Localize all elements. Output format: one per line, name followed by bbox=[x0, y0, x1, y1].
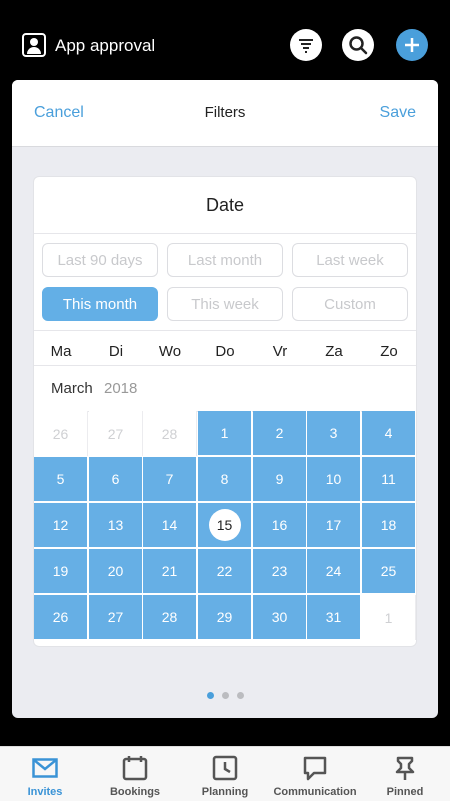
clock-icon bbox=[212, 755, 238, 781]
weekday-label: Vr bbox=[272, 343, 288, 360]
month-header: March 2018 bbox=[34, 365, 416, 412]
filter-icon bbox=[299, 39, 313, 53]
calendar-day[interactable]: 18 bbox=[362, 503, 416, 548]
calendar-day[interactable]: 22 bbox=[198, 549, 252, 594]
today-marker: 15 bbox=[208, 509, 241, 541]
date-filter-card: Date Last 90 days Last month Last week T… bbox=[33, 176, 417, 647]
calendar-day[interactable]: 5 bbox=[34, 457, 88, 502]
calendar-day[interactable]: 27 bbox=[89, 595, 143, 640]
calendar-day[interactable]: 20 bbox=[89, 549, 143, 594]
top-bar: App approval bbox=[0, 0, 450, 88]
tab-label: Planning bbox=[201, 786, 249, 798]
envelope-icon bbox=[32, 758, 58, 778]
calendar-day[interactable]: 31 bbox=[307, 595, 361, 640]
tab-planning[interactable]: Planning bbox=[180, 747, 270, 801]
preset-this-week[interactable]: This week bbox=[167, 287, 283, 321]
tab-bar: Invites Bookings Planning Communication … bbox=[0, 746, 450, 801]
app-title: App approval bbox=[55, 36, 156, 55]
page-indicator bbox=[12, 686, 438, 704]
calendar-day[interactable]: 26 bbox=[34, 411, 88, 456]
calendar-day[interactable]: 11 bbox=[362, 457, 416, 502]
tab-communication[interactable]: Communication bbox=[270, 747, 360, 801]
calendar-day[interactable]: 4 bbox=[362, 411, 416, 456]
search-icon bbox=[349, 36, 368, 55]
modal-header: Filters Cancel Save bbox=[12, 80, 438, 147]
tab-bookings[interactable]: Bookings bbox=[90, 747, 180, 801]
calendar-day[interactable]: 30 bbox=[253, 595, 307, 640]
calendar-day[interactable]: 14 bbox=[143, 503, 197, 548]
calendar-day[interactable]: 23 bbox=[253, 549, 307, 594]
calendar-day[interactable]: 12 bbox=[34, 503, 88, 548]
calendar-day[interactable]: 1 bbox=[362, 595, 416, 640]
month-name: March bbox=[51, 380, 93, 397]
preset-last-week[interactable]: Last week bbox=[292, 243, 408, 277]
filters-modal: Filters Cancel Save Date Last 90 days La… bbox=[12, 80, 438, 718]
weekday-label: Di bbox=[108, 343, 124, 360]
tab-invites[interactable]: Invites bbox=[0, 747, 90, 801]
calendar-day[interactable]: 19 bbox=[34, 549, 88, 594]
weekday-label: Zo bbox=[380, 343, 398, 360]
calendar-day[interactable]: 15 bbox=[198, 503, 252, 548]
calendar-day[interactable]: 7 bbox=[143, 457, 197, 502]
cancel-button[interactable]: Cancel bbox=[34, 104, 84, 122]
preset-last-month[interactable]: Last month bbox=[167, 243, 283, 277]
save-button[interactable]: Save bbox=[380, 104, 416, 122]
calendar-day[interactable]: 16 bbox=[253, 503, 307, 548]
tab-pinned[interactable]: Pinned bbox=[360, 747, 450, 801]
calendar-day[interactable]: 28 bbox=[143, 595, 197, 640]
date-card-title: Date bbox=[205, 195, 245, 215]
calendar-day[interactable]: 6 bbox=[89, 457, 143, 502]
calendar-icon bbox=[122, 756, 148, 781]
calendar-day[interactable]: 8 bbox=[198, 457, 252, 502]
chat-icon bbox=[303, 756, 327, 781]
calendar-day[interactable]: 25 bbox=[362, 549, 416, 594]
page-dot[interactable] bbox=[236, 692, 244, 699]
preset-this-month[interactable]: This month bbox=[42, 287, 158, 321]
calendar-day[interactable]: 26 bbox=[34, 595, 88, 640]
month-year: 2018 bbox=[104, 380, 138, 397]
calendar-day[interactable]: 2 bbox=[253, 411, 307, 456]
add-button[interactable] bbox=[396, 29, 428, 61]
calendar-day[interactable]: 24 bbox=[307, 549, 361, 594]
calendar-day[interactable]: 28 bbox=[143, 411, 197, 456]
tab-label: Pinned bbox=[386, 786, 424, 798]
calendar-day[interactable]: 17 bbox=[307, 503, 361, 548]
preset-last-90-days[interactable]: Last 90 days bbox=[42, 243, 158, 277]
user-card-icon bbox=[22, 33, 46, 57]
filter-button[interactable] bbox=[290, 29, 322, 61]
calendar-day[interactable]: 9 bbox=[253, 457, 307, 502]
calendar-day[interactable]: 3 bbox=[307, 411, 361, 456]
weekday-label: Za bbox=[325, 343, 343, 360]
page-dot[interactable] bbox=[206, 692, 214, 699]
tab-label: Invites bbox=[27, 786, 63, 798]
tab-label: Communication bbox=[273, 786, 357, 798]
weekday-label: Do bbox=[215, 343, 235, 360]
calendar-day[interactable]: 1 bbox=[198, 411, 252, 456]
tab-label: Bookings bbox=[109, 786, 161, 798]
page-dot[interactable] bbox=[221, 692, 229, 699]
divider bbox=[34, 330, 416, 331]
calendar-day[interactable]: 29 bbox=[198, 595, 252, 640]
plus-icon bbox=[405, 38, 419, 52]
weekday-label: Wo bbox=[158, 343, 182, 360]
calendar-day[interactable]: 13 bbox=[89, 503, 143, 548]
preset-custom[interactable]: Custom bbox=[292, 287, 408, 321]
weekday-label: Ma bbox=[50, 343, 72, 360]
search-button[interactable] bbox=[342, 29, 374, 61]
calendar-day[interactable]: 10 bbox=[307, 457, 361, 502]
pin-icon bbox=[395, 756, 415, 780]
calendar-day[interactable]: 27 bbox=[89, 411, 143, 456]
divider bbox=[34, 233, 416, 234]
calendar-day[interactable]: 21 bbox=[143, 549, 197, 594]
